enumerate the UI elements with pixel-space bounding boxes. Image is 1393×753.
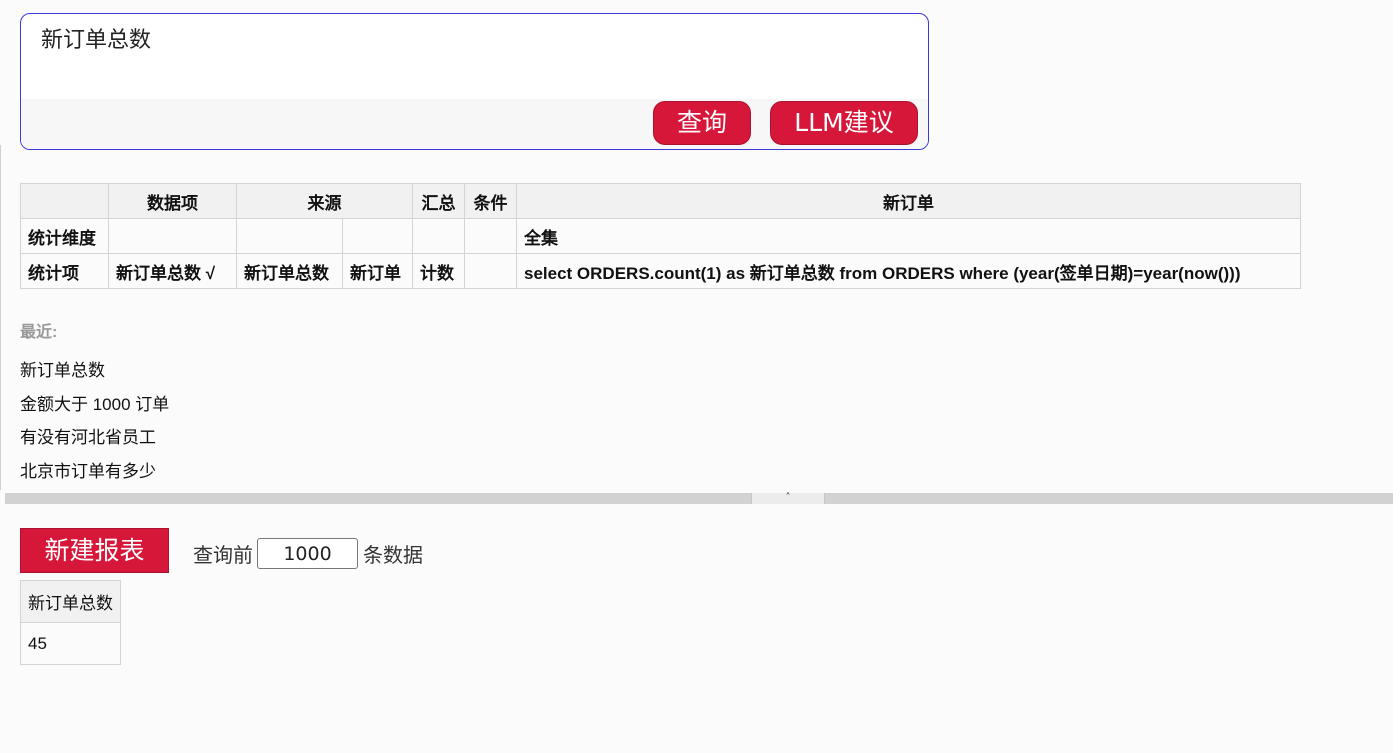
dimension-data-item-cell[interactable] [108,218,237,254]
panel-splitter[interactable]: ˄ [5,493,1393,504]
stat-item-row: 统计项 新订单总数 √ 新订单总数 新订单 计数 select ORDERS.c… [20,253,1301,289]
table-row: 45 [20,622,121,665]
recent-query-list: 新订单总数 金额大于 1000 订单 有没有河北省员工 北京市订单有多少 [20,358,169,492]
header-aggregate: 汇总 [412,183,465,219]
stats-header-row: 数据项 来源 汇总 条件 新订单 [20,183,1301,219]
query-input-text[interactable]: 新订单总数 [41,22,151,54]
left-edge-divider [0,145,1,490]
header-new-orders: 新订单 [516,183,1301,219]
stat-item-source-table[interactable]: 新订单 [342,253,413,289]
limit-prefix-label: 查询前 [193,543,253,567]
stat-item-aggregate[interactable]: 计数 [412,253,465,289]
llm-suggest-button[interactable]: LLM建议 [770,101,918,145]
header-blank-cell [20,183,109,219]
row-limit-input[interactable] [257,538,358,569]
recent-query-item[interactable]: 新订单总数 [20,358,169,392]
new-report-button[interactable]: 新建报表 [20,528,169,573]
dimension-source-field-cell[interactable] [236,218,343,254]
recent-query-item[interactable]: 金额大于 1000 订单 [20,392,169,426]
stat-item-source-field[interactable]: 新订单总数 [236,253,343,289]
header-condition: 条件 [464,183,517,219]
header-data-item: 数据项 [108,183,237,219]
dimension-label: 统计维度 [20,218,109,254]
query-input-box[interactable]: 新订单总数 查询 LLM建议 [20,13,929,150]
header-source: 来源 [236,183,413,219]
chevron-up-icon: ˄ [785,492,791,503]
query-button[interactable]: 查询 [653,101,751,145]
stat-item-condition[interactable] [464,253,517,289]
dimension-aggregate-cell[interactable] [412,218,465,254]
result-header-row: 新订单总数 [20,580,121,623]
dimension-source-table-cell[interactable] [342,218,413,254]
row-limit-control: 查询前 条数据 [193,538,423,569]
stat-item-label: 统计项 [20,253,109,289]
stat-item-sql: select ORDERS.count(1) as 新订单总数 from ORD… [516,253,1301,289]
recent-label: 最近: [20,324,58,341]
stat-item-data-item[interactable]: 新订单总数 √ [108,253,237,289]
splitter-handle[interactable]: ˄ [751,493,825,504]
limit-suffix-label: 条数据 [363,543,423,567]
dimension-condition-cell[interactable] [464,218,517,254]
recent-query-item[interactable]: 有没有河北省员工 [20,425,169,459]
recent-query-item[interactable]: 北京市订单有多少 [20,459,169,493]
result-table: 新订单总数 45 [20,580,121,665]
stats-definition-table: 数据项 来源 汇总 条件 新订单 统计维度 全集 统计项 新订单总数 √ 新订单… [20,183,1301,289]
result-column-header[interactable]: 新订单总数 [20,580,121,623]
dimension-condition-value[interactable]: 全集 [516,218,1301,254]
dimension-row: 统计维度 全集 [20,218,1301,254]
result-cell: 45 [20,622,121,665]
